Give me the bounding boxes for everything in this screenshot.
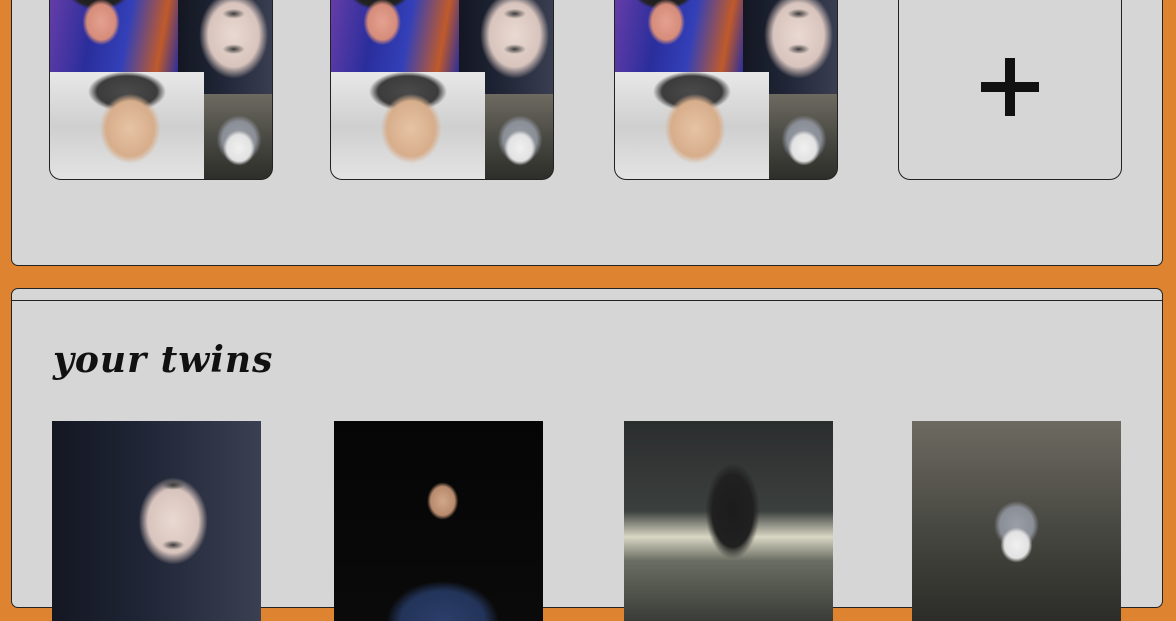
member-photo (331, 72, 485, 179)
group-collage-tile[interactable] (330, 0, 554, 180)
twin-photo[interactable] (624, 421, 833, 621)
twin-photo[interactable] (912, 421, 1121, 621)
twins-panel: your twins (11, 288, 1163, 621)
twin-photo[interactable] (52, 421, 261, 621)
member-photo (204, 94, 272, 179)
member-photo (50, 72, 204, 179)
group-collage-tile[interactable] (614, 0, 838, 180)
member-photo (615, 0, 743, 72)
section-title: your twins (53, 339, 274, 381)
add-group-button[interactable] (898, 0, 1122, 180)
plus-icon (981, 57, 1039, 116)
twin-photo[interactable] (334, 421, 543, 621)
groups-panel (11, 0, 1163, 266)
member-photo (50, 0, 178, 72)
member-photo (769, 94, 837, 179)
member-photo (485, 94, 553, 179)
member-photo (331, 0, 459, 72)
group-collage-tile[interactable] (49, 0, 273, 180)
member-photo (615, 72, 769, 179)
